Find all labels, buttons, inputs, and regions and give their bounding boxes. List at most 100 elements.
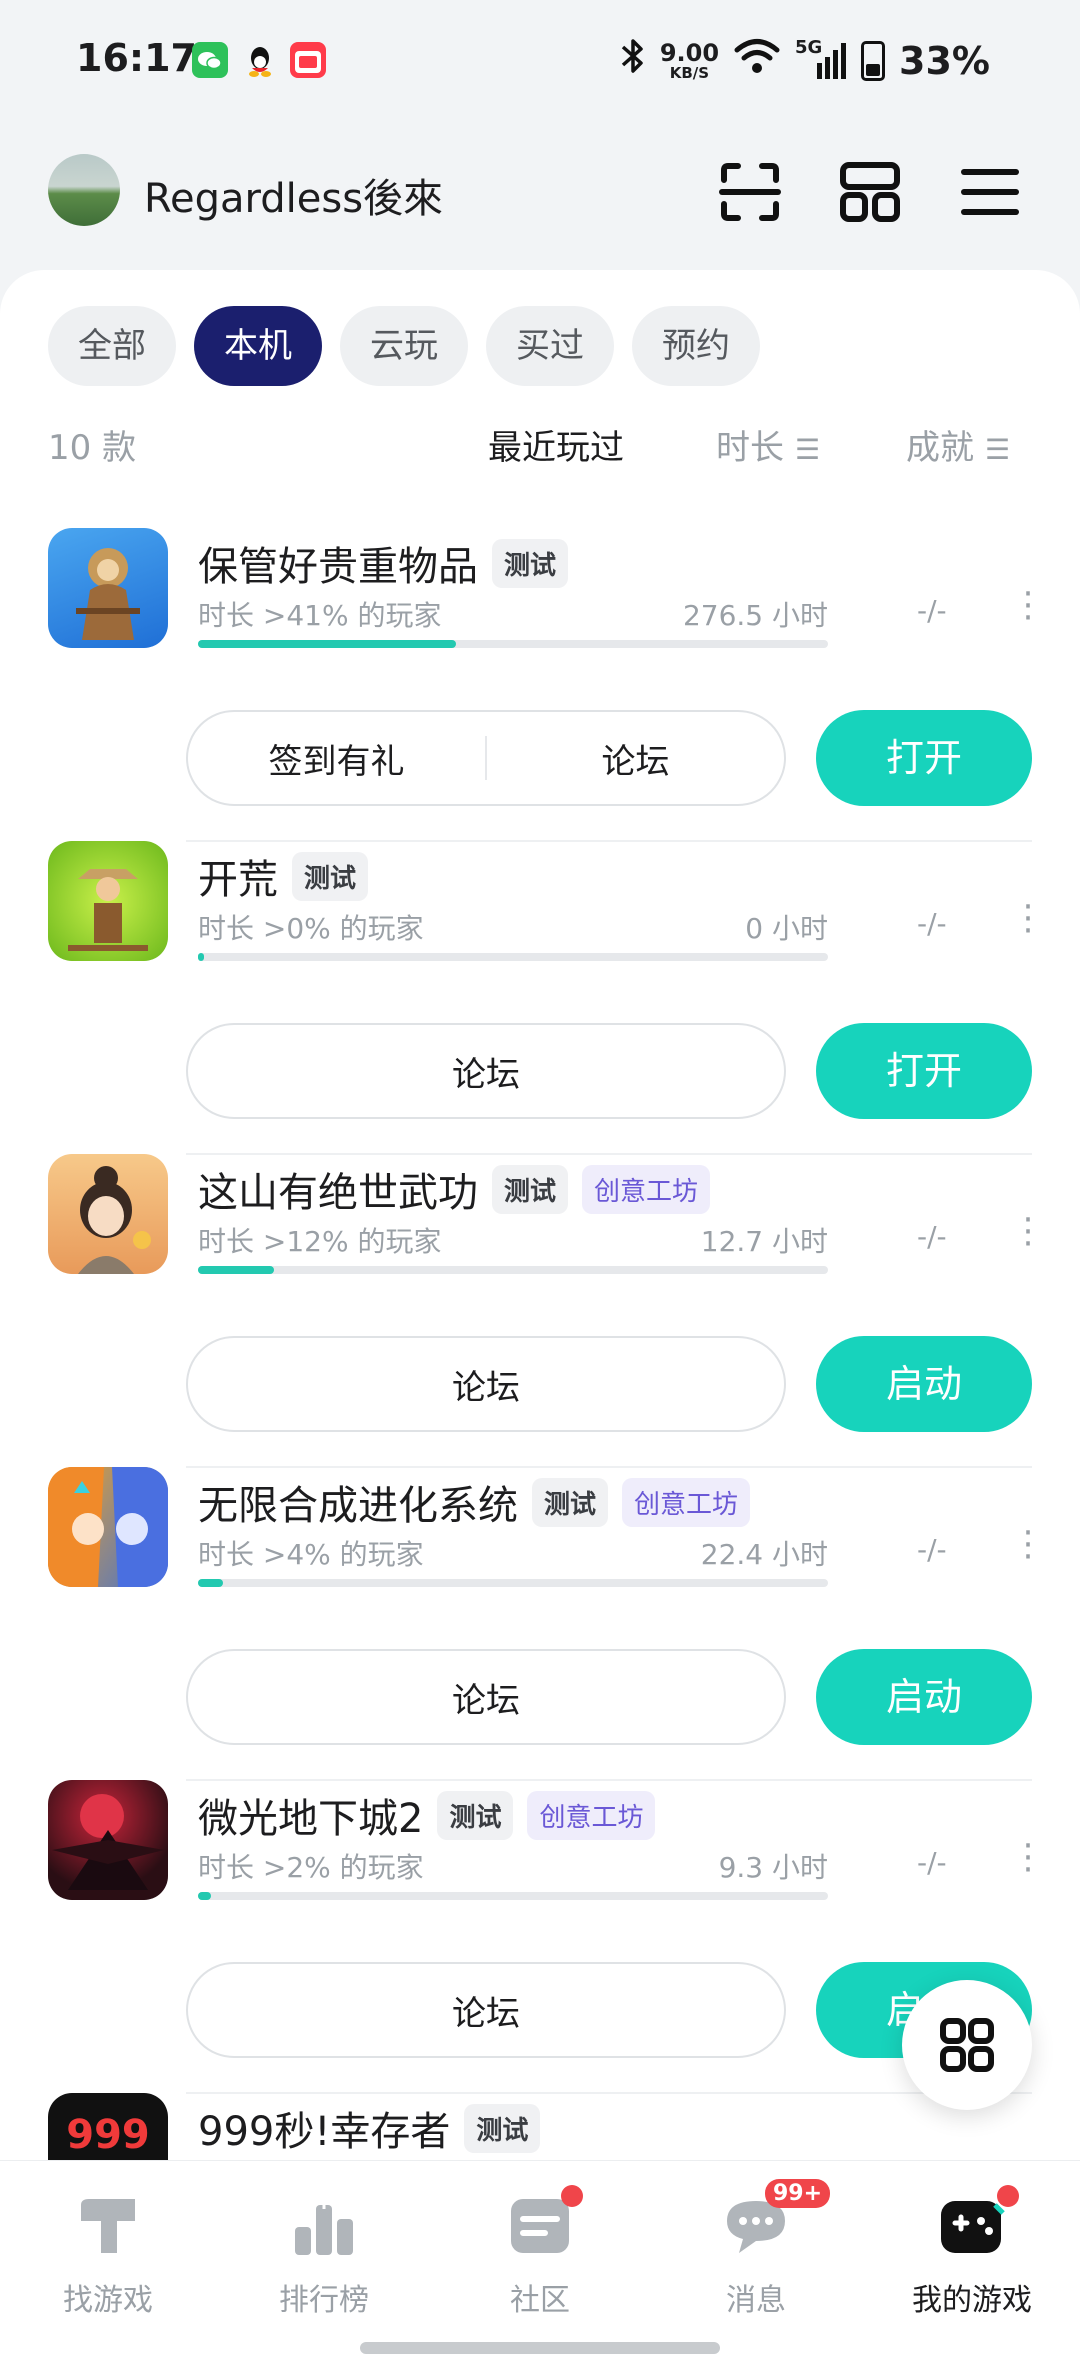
forum-button[interactable]: 论坛 <box>487 734 784 783</box>
wechat-icon <box>192 42 228 78</box>
playtime-progress <box>198 953 828 961</box>
sort-icon: ☰ <box>984 433 1010 466</box>
nav-find-game[interactable]: 找游戏 <box>0 2191 216 2319</box>
test-badge: 测试 <box>492 538 569 588</box>
games-card: 全部 本机 云玩 买过 预约 10 款 最近玩过 时长 ☰ 成就 ☰ 保管好贵重… <box>0 270 1080 2170</box>
forum-button[interactable]: 论坛 <box>188 1360 784 1409</box>
playtime-progress <box>198 1579 828 1587</box>
home-indicator[interactable] <box>360 2342 720 2354</box>
launch-button[interactable]: 启动 <box>816 1649 1032 1745</box>
more-icon[interactable]: · · · <box>1020 577 1036 635</box>
playtime-hours: 9.3 小时 <box>718 1851 828 1884</box>
game-title: 999秒!幸存者 <box>198 2109 451 2155</box>
game-actions-group: 论坛 <box>186 1649 786 1745</box>
nav-messages[interactable]: 99+ 消息 <box>648 2179 864 2319</box>
test-badge: 测试 <box>437 1790 514 1840</box>
unread-badge: 99+ <box>765 2179 831 2208</box>
checkin-gift-button[interactable]: 签到有礼 <box>188 734 485 783</box>
game-title: 这山有绝世武功 <box>198 1170 478 1216</box>
playtime-hours: 276.5 小时 <box>682 599 828 632</box>
playtime-progress <box>198 1266 828 1274</box>
game-title: 微光地下城2 <box>198 1796 424 1842</box>
menu-icon[interactable] <box>958 160 1022 224</box>
achievement-value: -/- <box>917 1533 947 1566</box>
signal-icon: 5G <box>795 37 847 81</box>
network-speed: 9.00 KB/S <box>659 38 720 82</box>
battery-icon <box>861 40 886 81</box>
test-badge: 测试 <box>292 851 369 901</box>
my-games-icon <box>937 2185 1019 2261</box>
game-icon[interactable] <box>48 841 168 961</box>
qq-icon <box>242 42 278 78</box>
sort-recent[interactable]: 最近玩过 <box>488 420 624 469</box>
game-actions-group: 论坛 <box>186 1336 786 1432</box>
bluetooth-icon <box>620 36 646 85</box>
playtime-hours: 0 小时 <box>745 912 828 945</box>
more-icon[interactable]: · · · <box>1020 1829 1036 1887</box>
playtime-progress <box>198 640 828 648</box>
playtime-progress <box>198 1892 828 1900</box>
open-button[interactable]: 打开 <box>816 1023 1032 1119</box>
quick-menu-button[interactable] <box>902 1980 1032 2110</box>
nav-ranking[interactable]: 排行榜 <box>216 2191 432 2319</box>
playtime-hours: 22.4 小时 <box>700 1538 828 1571</box>
message-icon: 99+ <box>721 2179 831 2261</box>
test-badge: 测试 <box>464 2103 541 2153</box>
layout-icon[interactable] <box>838 160 902 224</box>
more-icon[interactable]: · · · <box>1020 890 1036 948</box>
tab-all[interactable]: 全部 <box>48 306 176 386</box>
launch-button[interactable]: 启动 <box>816 1336 1032 1432</box>
sort-achievement[interactable]: 成就 ☰ <box>906 420 1010 469</box>
notification-dot <box>561 2185 583 2207</box>
nav-my-games[interactable]: 我的游戏 <box>864 2185 1080 2319</box>
avatar[interactable] <box>48 154 120 226</box>
find-game-icon <box>73 2191 143 2261</box>
game-icon[interactable] <box>48 1467 168 1587</box>
ranking-icon <box>289 2191 359 2261</box>
game-actions-group: 签到有礼 论坛 <box>186 710 786 806</box>
game-count: 10 款 <box>48 428 137 468</box>
scan-icon[interactable] <box>718 160 782 224</box>
game-row[interactable]: 保管好贵重物品 测试 时长 >41% 的玩家 276.5 小时 -/- · · · … <box>0 528 1080 842</box>
achievement-value: -/- <box>917 594 947 627</box>
game-title: 保管好贵重物品 <box>198 544 478 590</box>
workshop-badge: 创意工坊 <box>622 1477 751 1527</box>
more-icon[interactable]: · · · <box>1020 1203 1036 1261</box>
nav-community[interactable]: 社区 <box>432 2185 648 2319</box>
game-row[interactable]: 这山有绝世武功 测试 创意工坊 时长 >12% 的玩家 12.7 小时 -/- … <box>0 1154 1080 1468</box>
forum-button[interactable]: 论坛 <box>188 1047 784 1096</box>
sort-duration[interactable]: 时长 ☰ <box>716 420 820 469</box>
game-actions-group: 论坛 <box>186 1962 786 2058</box>
tab-reserved[interactable]: 预约 <box>632 306 760 386</box>
game-row[interactable]: 开荒 测试 时长 >0% 的玩家 0 小时 -/- · · · 论坛 打开 <box>0 841 1080 1155</box>
filter-tabs: 全部 本机 云玩 买过 预约 <box>48 306 760 386</box>
forum-button[interactable]: 论坛 <box>188 1673 784 1722</box>
more-icon[interactable]: · · · <box>1020 1516 1036 1574</box>
username[interactable]: Regardless後來 <box>144 166 443 224</box>
header: Regardless後來 <box>0 140 1080 250</box>
tab-purchased[interactable]: 买过 <box>486 306 614 386</box>
tab-cloud[interactable]: 云玩 <box>340 306 468 386</box>
game-title: 开荒 <box>198 857 278 903</box>
wifi-icon <box>733 37 781 84</box>
open-button[interactable]: 打开 <box>816 710 1032 806</box>
playtime-rank: 时长 >12% 的玩家 <box>198 1225 442 1258</box>
status-time: 16:17 <box>76 36 197 80</box>
workshop-badge: 创意工坊 <box>582 1164 711 1214</box>
sort-bar: 10 款 最近玩过 时长 ☰ 成就 ☰ <box>48 420 1032 470</box>
game-title: 无限合成进化系统 <box>198 1483 518 1529</box>
battery-percent: 33% <box>899 38 990 83</box>
achievement-value: -/- <box>917 1220 947 1253</box>
game-icon[interactable] <box>48 1780 168 1900</box>
playtime-hours: 12.7 小时 <box>700 1225 828 1258</box>
game-icon[interactable] <box>48 1154 168 1274</box>
forum-button[interactable]: 论坛 <box>188 1986 784 2035</box>
test-badge: 测试 <box>492 1164 569 1214</box>
community-icon <box>505 2185 583 2261</box>
game-row[interactable]: 无限合成进化系统 测试 创意工坊 时长 >4% 的玩家 22.4 小时 -/- … <box>0 1467 1080 1781</box>
game-icon[interactable] <box>48 528 168 648</box>
sort-icon: ☰ <box>794 433 820 466</box>
playtime-rank: 时长 >41% 的玩家 <box>198 599 442 632</box>
game-icon[interactable]: 999 <box>48 2093 168 2170</box>
tab-local[interactable]: 本机 <box>194 306 322 386</box>
